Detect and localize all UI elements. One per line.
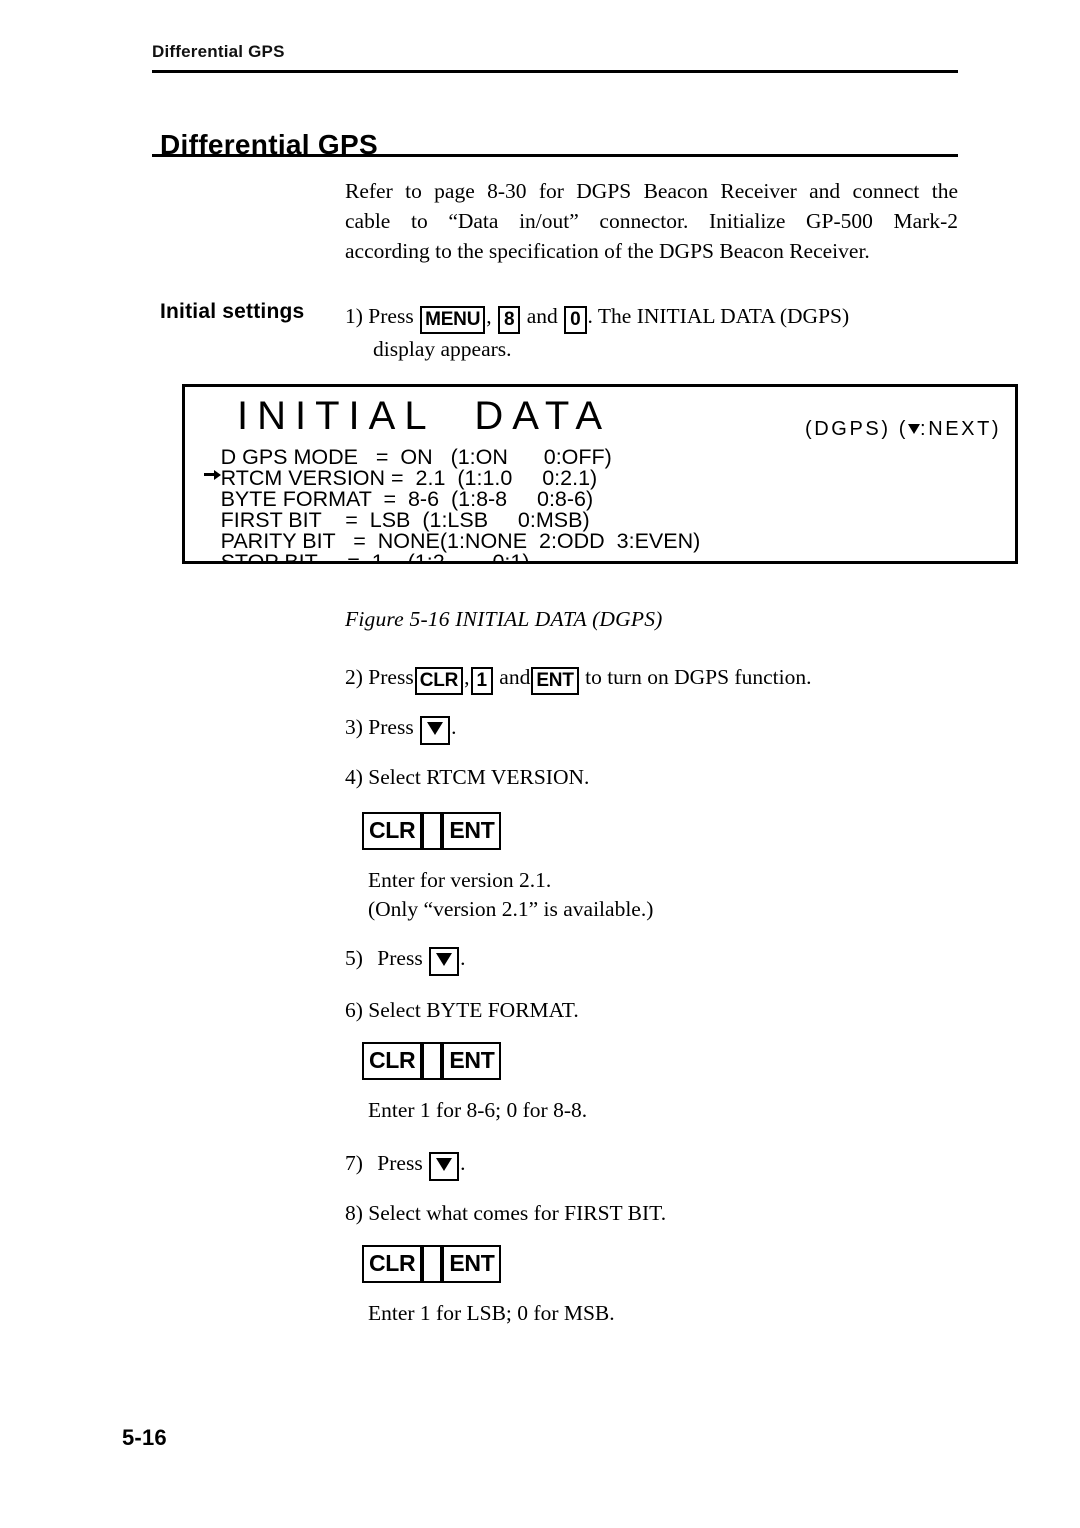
step-3-number: 3) <box>345 715 363 739</box>
step-4-text: Select RTCM VERSION. <box>368 765 590 789</box>
key-1[interactable]: 1 <box>470 667 493 695</box>
lcd-title: INITIAL DATA <box>237 394 612 438</box>
key-group-clr-ent: CLR ENT <box>362 812 502 850</box>
key-group-clr-ent: CLR ENT <box>362 1042 502 1080</box>
down-arrow-icon <box>436 1158 453 1171</box>
lcd-down-arrow-icon <box>908 424 921 434</box>
step-6: 6) Select BYTE FORMAT. <box>345 995 579 1025</box>
step-5-tail: . <box>460 946 466 970</box>
step-2: 2) Press CLR, 1 and ENT to turn on DGPS fun… <box>345 662 811 695</box>
step-8-text: Select what comes for FIRST BIT. <box>368 1201 667 1225</box>
step-5: 5) Press . <box>345 943 465 976</box>
step-6-text: Select BYTE FORMAT. <box>368 998 579 1022</box>
note-3-line-1: Enter 1 for LSB; 0 for MSB. <box>368 1301 615 1325</box>
key-ent[interactable]: ENT <box>442 1042 502 1080</box>
step-8: 8) Select what comes for FIRST BIT. <box>345 1198 666 1228</box>
key-blank[interactable] <box>422 1245 443 1283</box>
key-menu[interactable]: MENU <box>420 306 486 334</box>
note-3: Enter 1 for LSB; 0 for MSB. <box>368 1299 615 1328</box>
step-5-number: 5) <box>345 946 363 970</box>
intro-line-2: cable to “Data in/out” connector. Initia… <box>345 209 958 233</box>
key-group-clr-ent: CLR ENT <box>362 1245 502 1283</box>
step-1-press-word: Press <box>368 304 414 328</box>
note-2-line-1: Enter 1 for 8-6; 0 for 8-8. <box>368 1098 588 1122</box>
note-1-line-1: Enter for version 2.1. <box>368 868 552 892</box>
step-6-number: 6) <box>345 998 363 1022</box>
lcd-row-5-text: STOP BIT = 1 (1:2 0:1) <box>220 550 530 564</box>
step-3-press-word: Press <box>368 715 414 739</box>
key-ent[interactable]: ENT <box>442 812 502 850</box>
title-rule <box>152 154 958 157</box>
step-8-number: 8) <box>345 1201 363 1225</box>
key-blank[interactable] <box>422 1042 443 1080</box>
step-2-comma: , <box>464 665 470 689</box>
note-1: Enter for version 2.1. (Only “version 2.… <box>368 866 653 924</box>
step-7: 7) Press . <box>345 1148 465 1181</box>
initial-settings-label: Initial settings <box>160 300 305 323</box>
key-clr[interactable]: CLR <box>414 667 464 695</box>
step-1-number: 1) <box>345 304 363 328</box>
step-5-press-word: Press <box>377 946 423 970</box>
lcd-row: STOP BIT = 1 (1:2 0:1) <box>203 550 530 564</box>
step-7-press-word: Press <box>377 1151 423 1175</box>
lcd-screen: INITIAL DATA (DGPS) (:NEXT) D GPS MODE =… <box>185 387 1015 561</box>
step-1-and-word: and <box>526 304 558 328</box>
key-ent[interactable]: ENT <box>442 1245 502 1283</box>
step-4-number: 4) <box>345 765 363 789</box>
step-1-comma: , <box>486 304 492 328</box>
intro-line-3: according to the specification of the DG… <box>345 239 870 263</box>
step-1-line-2: display appears. <box>373 337 512 361</box>
page-number: 5-16 <box>122 1425 167 1450</box>
step-2-number: 2) <box>345 665 363 689</box>
lcd-title-suffix: (DGPS) (:NEXT) <box>805 418 1002 440</box>
key-clr[interactable]: CLR <box>362 1042 423 1080</box>
running-header: Differential GPS <box>152 42 285 61</box>
step-7-tail: . <box>460 1151 466 1175</box>
step-2-and-word: and <box>499 665 531 689</box>
key-down-arrow[interactable] <box>420 716 451 745</box>
key-8[interactable]: 8 <box>497 306 521 334</box>
key-down-arrow[interactable] <box>429 1152 460 1181</box>
step-2-tail: to turn on DGPS function. <box>585 665 812 689</box>
figure-caption: Figure 5-16 INITIAL DATA (DGPS) <box>345 607 663 631</box>
note-2: Enter 1 for 8-6; 0 for 8-8. <box>368 1096 587 1125</box>
key-ent[interactable]: ENT <box>531 667 579 695</box>
step-2-press-word: Press <box>368 665 414 689</box>
note-1-line-2: (Only “version 2.1” is available.) <box>368 897 654 921</box>
down-arrow-icon <box>427 722 444 735</box>
intro-line-1: Refer to page 8-30 for DGPS Beacon Recei… <box>345 179 958 203</box>
header-rule <box>152 70 958 73</box>
lcd-display-figure: INITIAL DATA (DGPS) (:NEXT) D GPS MODE =… <box>182 384 1018 564</box>
key-blank[interactable] <box>422 812 443 850</box>
step-1-tail: . The INITIAL DATA (DGPS) <box>587 304 850 328</box>
step-3-tail: . <box>451 715 457 739</box>
key-clr[interactable]: CLR <box>362 1245 423 1283</box>
key-clr[interactable]: CLR <box>362 812 423 850</box>
intro-paragraph: Refer to page 8-30 for DGPS Beacon Recei… <box>345 176 958 266</box>
step-7-number: 7) <box>345 1151 363 1175</box>
step-1: 1) Press MENU, 8 and 0. The INITIAL DATA… <box>345 301 963 365</box>
key-0[interactable]: 0 <box>564 306 587 334</box>
step-4: 4) Select RTCM VERSION. <box>345 762 589 792</box>
down-arrow-icon <box>436 953 453 966</box>
step-3: 3) Press . <box>345 712 456 745</box>
key-down-arrow[interactable] <box>429 947 460 976</box>
